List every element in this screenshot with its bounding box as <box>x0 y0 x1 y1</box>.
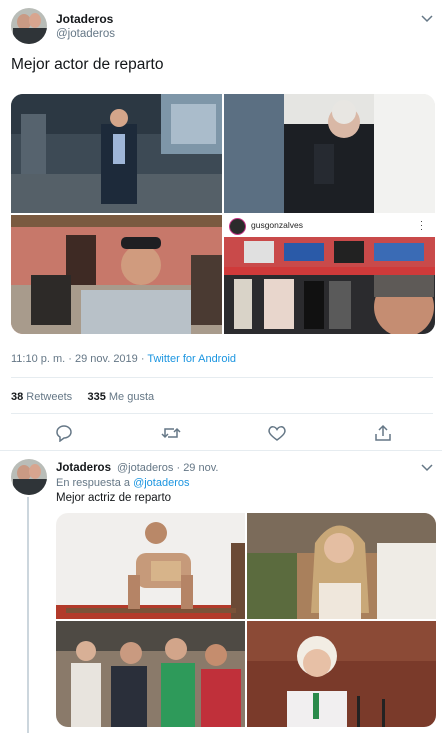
reply-icon[interactable] <box>54 424 74 442</box>
instagram-header: gusgonzalves · · · <box>224 215 435 237</box>
avatar[interactable] <box>11 8 47 44</box>
media-photo-3[interactable] <box>11 215 222 334</box>
media-grid: gusgonzalves · · · <box>11 94 435 334</box>
like-icon[interactable] <box>267 424 287 442</box>
tweet-text: Mejor actriz de reparto <box>56 492 172 504</box>
tweet-text: Mejor actor de reparto <box>11 56 164 73</box>
thread-connector <box>27 497 29 733</box>
engagement-counts: 38 Retweets 335 Me gusta <box>11 391 154 403</box>
chevron-down-icon[interactable] <box>420 14 434 24</box>
media-grid <box>56 513 436 727</box>
retweets-label[interactable]: Retweets <box>23 391 72 403</box>
avatar <box>229 218 246 235</box>
share-icon[interactable] <box>373 424 393 442</box>
divider <box>11 413 433 414</box>
retweets-count[interactable]: 38 <box>11 391 23 403</box>
media-photo-1[interactable] <box>56 513 245 619</box>
more-icon: · · · <box>420 216 423 234</box>
chevron-down-icon[interactable] <box>420 463 434 473</box>
likes-count[interactable]: 335 <box>87 391 105 403</box>
likes-label[interactable]: Me gusta <box>106 391 154 403</box>
divider <box>11 377 433 378</box>
media-photo-1[interactable] <box>11 94 222 213</box>
user-handle-and-date[interactable]: @jotaderos · 29 nov. <box>117 462 218 474</box>
media-photo-4[interactable]: gusgonzalves · · · <box>224 215 435 334</box>
timestamp: 11:10 p. m. · 29 nov. 2019 · <box>11 353 148 365</box>
reply-context: En respuesta a @jotaderos <box>56 477 189 489</box>
display-name[interactable]: Jotaderos <box>56 12 113 26</box>
reply-to-user-link[interactable]: @jotaderos <box>133 477 189 489</box>
media-photo-3[interactable] <box>56 621 245 727</box>
source-link[interactable]: Twitter for Android <box>147 353 236 365</box>
embedded-username: gusgonzalves <box>251 220 303 230</box>
media-photo-4[interactable] <box>247 621 436 727</box>
media-photo-2[interactable] <box>247 513 436 619</box>
main-tweet: Jotaderos @jotaderos Mejor actor de repa… <box>0 0 442 451</box>
user-handle[interactable]: @jotaderos <box>56 28 115 40</box>
media-photo-2[interactable] <box>224 94 435 213</box>
tweet-meta: 11:10 p. m. · 29 nov. 2019 · Twitter for… <box>11 353 236 365</box>
retweet-icon[interactable] <box>161 424 181 442</box>
reply-prefix: En respuesta a <box>56 477 134 489</box>
display-name[interactable]: Jotaderos <box>56 462 111 474</box>
avatar[interactable] <box>11 459 47 495</box>
